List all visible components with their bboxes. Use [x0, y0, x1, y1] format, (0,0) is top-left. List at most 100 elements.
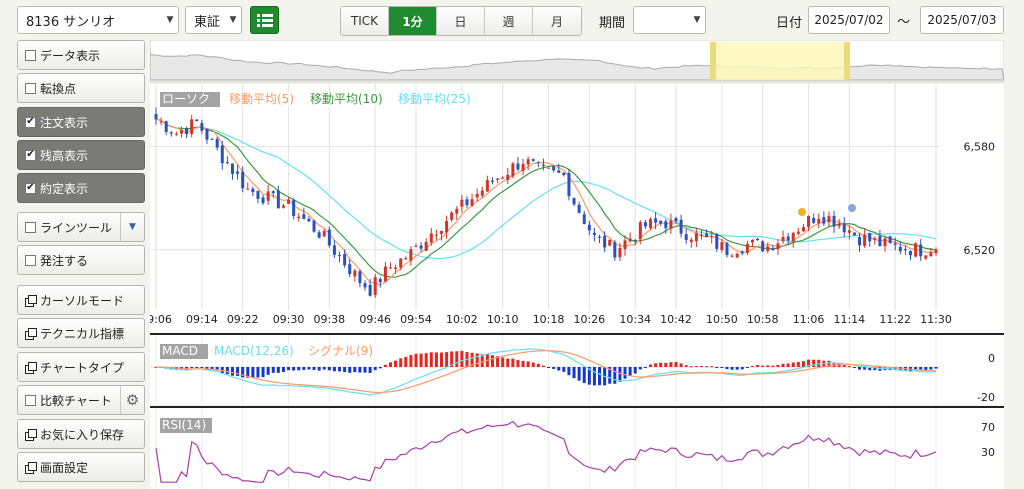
stock-select[interactable]: 8136 サンリオ ▼: [17, 6, 179, 34]
candle-body: [909, 251, 913, 256]
checkbox-icon[interactable]: [25, 254, 36, 266]
checkbox-checked-icon[interactable]: ✔: [25, 182, 36, 194]
macd-bar: [801, 361, 805, 367]
candle-body: [572, 198, 576, 205]
candle-body: [332, 245, 336, 255]
candle-body: [496, 178, 500, 180]
macd-bar: [541, 365, 545, 367]
macd-bar: [750, 366, 754, 368]
list-view-button[interactable]: [250, 6, 279, 34]
candle-body: [654, 218, 658, 223]
checkbox-icon[interactable]: [25, 49, 36, 61]
checkbox-checked-icon[interactable]: ✔: [25, 116, 36, 128]
candle-body: [817, 218, 821, 224]
macd-bar: [383, 364, 387, 367]
checkbox-icon[interactable]: [25, 394, 36, 406]
macd-bar: [429, 352, 433, 367]
candle-body: [735, 253, 739, 258]
tab-1分[interactable]: 1分: [389, 7, 437, 35]
candle-body: [174, 133, 178, 135]
macd-bar: [327, 367, 331, 371]
date-to-input[interactable]: 2025/07/03: [920, 6, 1004, 34]
stock-select-value: 8136 サンリオ: [26, 14, 116, 30]
chevron-down-icon[interactable]: ▼: [120, 213, 144, 241]
candle-body: [684, 234, 688, 240]
candle-body: [664, 221, 668, 229]
sidebar-item-label: カーソルモード: [40, 293, 125, 308]
macd-bar: [633, 367, 637, 374]
macd-bar: [389, 362, 393, 367]
candle-body: [445, 221, 449, 233]
candle-body: [868, 233, 872, 242]
sidebar-item-9[interactable]: チャートタイプ: [17, 352, 145, 382]
macd-bar: [332, 367, 336, 372]
gear-icon[interactable]: ⚙: [120, 386, 144, 414]
legend-1: 移動平均(5): [229, 92, 294, 106]
candle-body: [812, 218, 816, 223]
x-tick-label: 11:22: [879, 313, 911, 326]
candle-body: [225, 162, 229, 164]
macd-bar: [256, 367, 260, 378]
macd-bar: [705, 366, 709, 368]
sidebar-item-8[interactable]: テクニカル指標: [17, 318, 145, 348]
sidebar-item-1[interactable]: 転換点: [17, 73, 145, 103]
market-select[interactable]: 東証 ▼: [185, 6, 242, 34]
sidebar-item-10[interactable]: 比較チャート ⚙: [17, 385, 145, 415]
window-icon: [25, 461, 37, 474]
candle-body: [358, 271, 362, 284]
candle-body: [475, 193, 479, 198]
checkbox-checked-icon[interactable]: ✔: [25, 149, 36, 161]
candle-body: [863, 235, 867, 246]
date-from-input[interactable]: 2025/07/02: [808, 6, 890, 34]
macd-bar: [664, 362, 668, 367]
candle-body: [796, 231, 800, 234]
candle-body: [659, 220, 663, 224]
candle-body: [710, 236, 714, 238]
candle-body: [822, 217, 826, 224]
macd-bar: [501, 357, 505, 367]
macd-bar: [847, 366, 851, 368]
tab-週[interactable]: 週: [485, 7, 533, 35]
sidebar-item-6[interactable]: 発注する: [17, 245, 145, 275]
macd-bar: [338, 367, 342, 372]
candle-body: [205, 128, 209, 140]
sidebar-item-0[interactable]: データ表示: [17, 40, 145, 70]
candle-body: [552, 166, 556, 171]
sidebar-item-12[interactable]: 画面設定: [17, 452, 145, 482]
macd-bar: [761, 365, 765, 367]
candle-body: [241, 171, 245, 189]
macd-bar: [567, 367, 571, 376]
candle-body: [460, 199, 464, 207]
sidebar-item-7[interactable]: カーソルモード: [17, 285, 145, 315]
sidebar-item-5[interactable]: ラインツール ▼: [17, 212, 145, 242]
candle-body: [246, 188, 250, 190]
sidebar-item-3[interactable]: ✔ 残高表示: [17, 140, 145, 170]
tab-月[interactable]: 月: [533, 7, 581, 35]
tab-TICK[interactable]: TICK: [341, 7, 389, 35]
chevron-down-icon: ▼: [693, 15, 701, 25]
candle-body: [434, 234, 438, 236]
candle-body: [929, 252, 933, 257]
sidebar-item-11[interactable]: お気に入り保存: [17, 419, 145, 449]
macd-bar: [623, 367, 627, 379]
sidebar-item-label: 残高表示: [40, 148, 89, 163]
checkbox-icon[interactable]: [25, 82, 36, 94]
checkbox-icon[interactable]: [25, 221, 36, 233]
macd-bar: [756, 365, 760, 367]
period-select[interactable]: ▼: [633, 6, 706, 34]
macd-bar: [490, 355, 494, 367]
macd-bar: [526, 361, 530, 367]
macd-bar: [378, 367, 382, 369]
sidebar-item-2[interactable]: ✔ 注文表示: [17, 107, 145, 137]
tab-日[interactable]: 日: [437, 7, 485, 35]
sidebar-item-4[interactable]: ✔ 約定表示: [17, 173, 145, 203]
candle-body: [455, 208, 459, 214]
candle-body: [883, 238, 887, 247]
macd-bar: [679, 363, 683, 367]
sidebar-item-label: ラインツール: [40, 220, 113, 235]
candle-body: [878, 236, 882, 247]
macd-bar: [674, 361, 678, 367]
candle-body: [837, 223, 841, 227]
candle-body: [236, 171, 240, 174]
candle-body: [827, 216, 831, 223]
